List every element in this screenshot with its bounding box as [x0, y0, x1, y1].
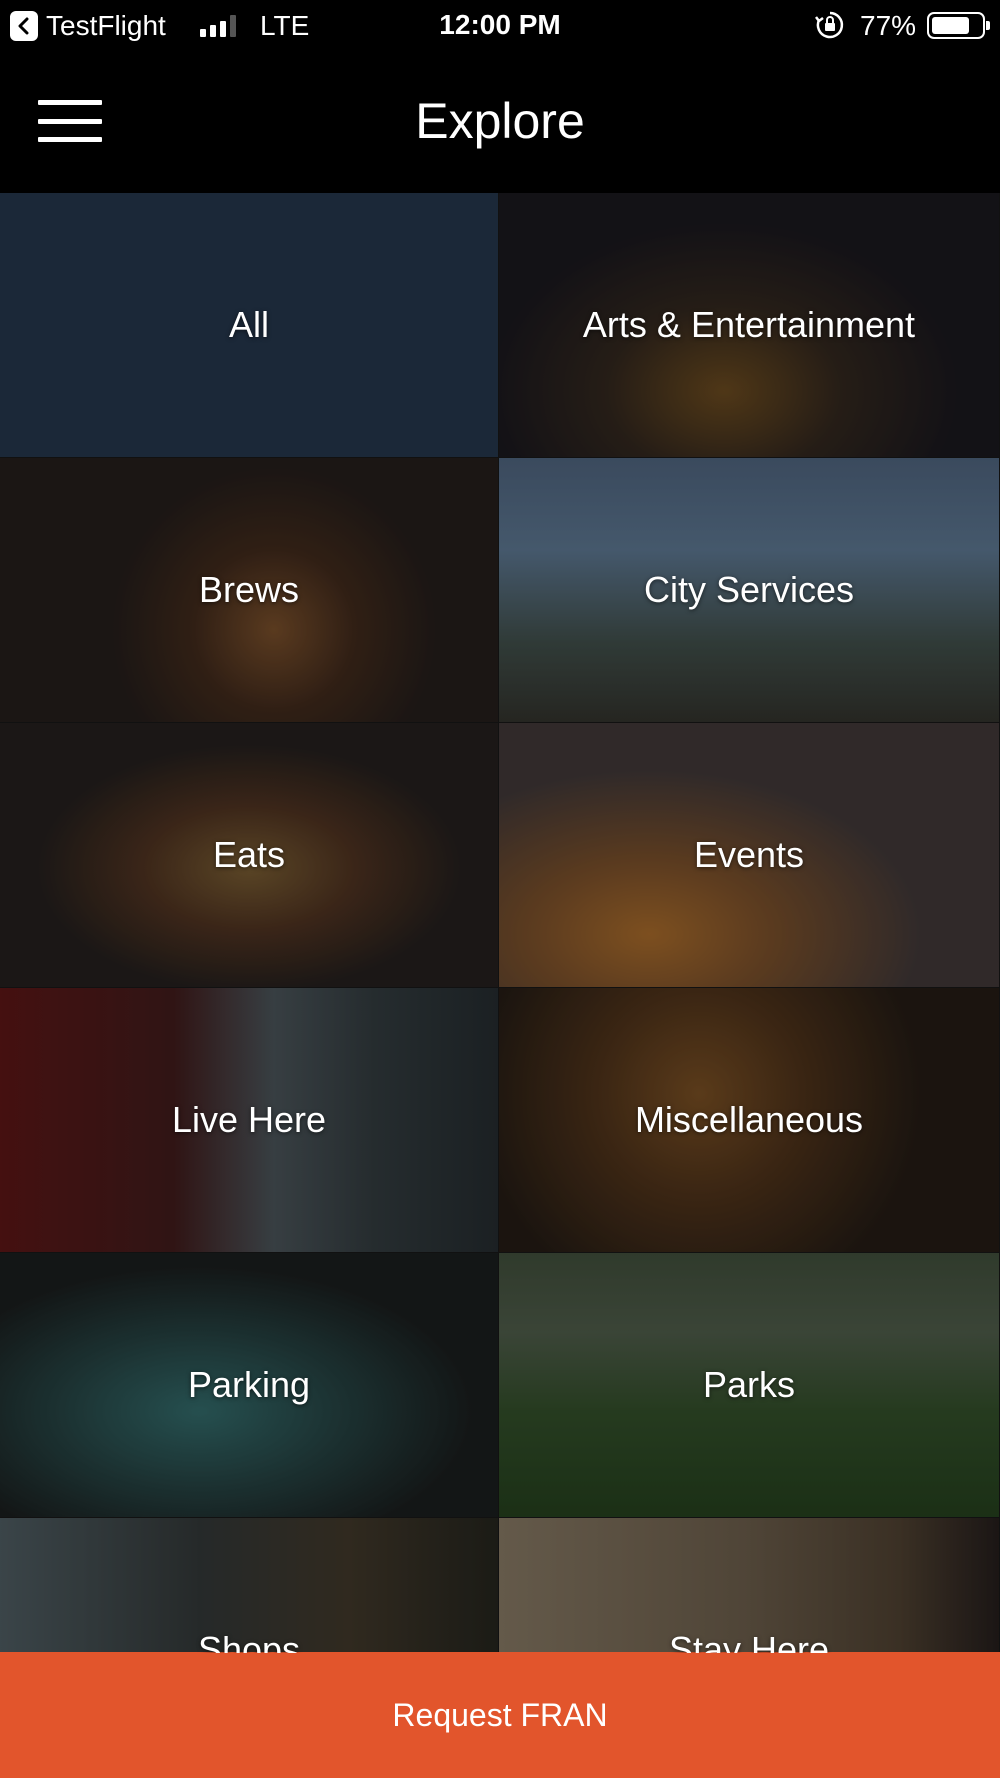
battery-icon: [927, 12, 990, 39]
category-tile-all[interactable]: All: [0, 193, 499, 458]
category-tile-stay-here[interactable]: Stay Here: [499, 1518, 1000, 1653]
tile-label: Events: [693, 834, 805, 875]
category-tile-eats[interactable]: Eats: [0, 723, 499, 988]
tile-label: Parks: [702, 1364, 796, 1405]
request-fran-button[interactable]: Request FRAN: [0, 1652, 1000, 1778]
tile-label: Brews: [198, 569, 300, 610]
category-tile-parks[interactable]: Parks: [499, 1253, 1000, 1518]
category-tile-miscellaneous[interactable]: Miscellaneous: [499, 988, 1000, 1253]
tile-label: City Services: [643, 569, 855, 610]
page-title: Explore: [415, 93, 585, 149]
tile-label: Miscellaneous: [634, 1099, 864, 1140]
category-tile-shops[interactable]: Shops: [0, 1518, 499, 1653]
status-time: 12:00 PM: [439, 9, 561, 40]
category-grid: All Arts & Entertainment Brews City Serv…: [0, 193, 1000, 1653]
tile-label: Eats: [212, 834, 286, 875]
battery-fill: [932, 17, 969, 34]
category-tile-parking[interactable]: Parking: [0, 1253, 499, 1518]
request-fran-label: Request FRAN: [392, 1696, 608, 1733]
tile-label: Arts & Entertainment: [582, 304, 916, 345]
tile-label: Parking: [187, 1364, 311, 1405]
category-tile-live-here[interactable]: Live Here: [0, 988, 499, 1253]
app-header: Explore: [0, 50, 1000, 193]
category-tile-events[interactable]: Events: [499, 723, 1000, 988]
tile-label: Stay Here: [668, 1629, 830, 1653]
tile-label: All: [228, 304, 269, 345]
category-tile-brews[interactable]: Brews: [0, 458, 499, 723]
battery-percent: 77%: [860, 10, 917, 41]
tile-label: Live Here: [171, 1099, 327, 1140]
status-bar: TestFlight LTE 12:00 PM 77%: [0, 0, 1000, 50]
rotation-lock-icon: [815, 11, 844, 39]
category-tile-city-services[interactable]: City Services: [499, 458, 1000, 723]
category-tile-arts-entertainment[interactable]: Arts & Entertainment: [499, 193, 1000, 458]
tile-label: Shops: [197, 1629, 301, 1653]
